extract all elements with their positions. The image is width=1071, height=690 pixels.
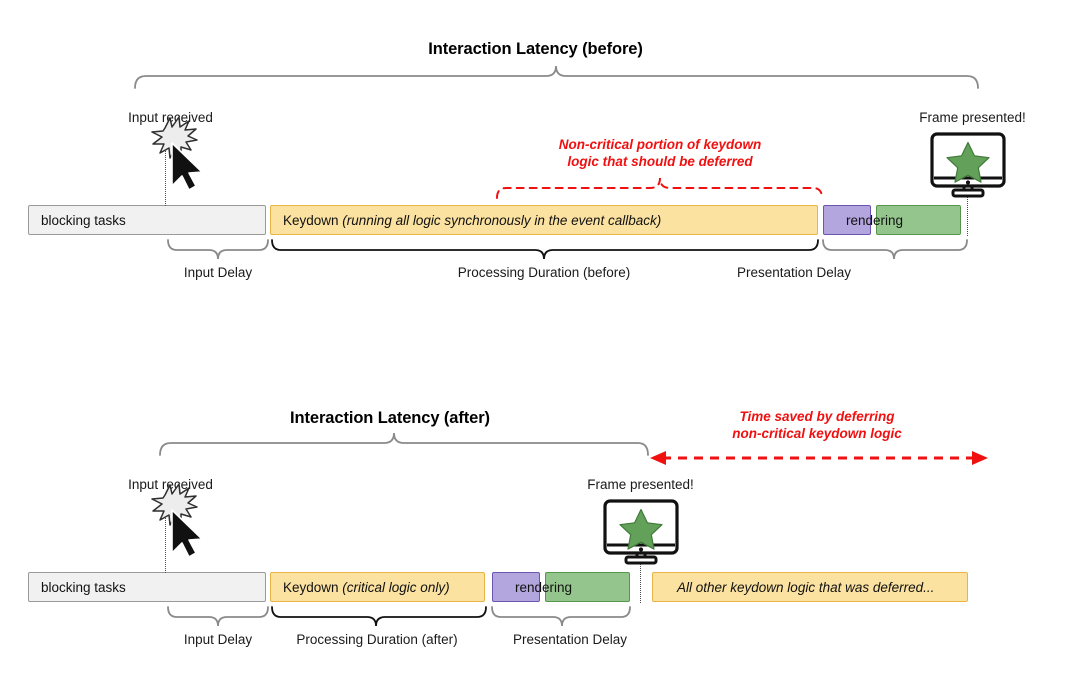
bar-blocking-tasks-after-label: blocking tasks [41,579,126,595]
brace-presentation-delay-after [491,606,631,627]
bar-keydown-after-label: Keydown (critical logic only) [283,579,450,595]
brace-processing-duration-after [271,606,487,627]
annotation-after-line2: non-critical keydown logic [732,426,902,442]
bar-blocking-tasks-after: blocking tasks [28,572,266,602]
time-saved-arrow-after [650,451,988,465]
bar-keydown-before: Keydown (running all logic synchronously… [270,205,818,235]
input-dotted-line-after [165,515,166,573]
monitor-icon-after [603,499,679,565]
diagram-canvas: Interaction Latency (before) Input recei… [0,0,1071,690]
cursor-icon-after [171,509,203,558]
bar-deferred-work-after-label: All other keydown logic that was deferre… [677,579,935,595]
brace-label-processing-duration-before: Processing Duration (before) [457,265,631,280]
input-received-label-before: Input received [128,110,213,125]
brace-interaction-latency-before [134,65,979,89]
brace-interaction-latency-after [159,432,649,456]
brace-input-delay-before [167,239,269,260]
section-title-before: Interaction Latency (before) [428,40,643,58]
rendering-label-after: rendering [515,580,573,595]
brace-label-input-delay-before: Input Delay [183,265,253,280]
annotation-before-line2: logic that should be deferred [567,154,753,170]
frame-dotted-line-before [967,190,968,236]
brace-label-presentation-delay-after: Presentation Delay [512,632,628,647]
annotation-dashed-brace-before [496,177,823,199]
annotation-after-line1: Time saved by deferring [739,409,895,424]
bar-blocking-tasks-before: blocking tasks [28,205,266,235]
annotation-before: Non-critical portion of keydown logic th… [460,136,860,171]
bar-blocking-tasks-before-label: blocking tasks [41,212,126,228]
brace-label-processing-duration-after: Processing Duration (after) [296,632,458,647]
frame-presented-label-before: Frame presented! [919,110,1026,125]
bar-keydown-before-label: Keydown (running all logic synchronously… [283,212,662,228]
brace-presentation-delay-before [822,239,968,260]
brace-processing-duration-before [271,239,819,260]
input-dotted-line-before [165,148,166,206]
bar-deferred-work-after: All other keydown logic that was deferre… [652,572,968,602]
input-received-label-after: Input received [128,477,213,492]
annotation-before-line1: Non-critical portion of keydown [558,137,762,152]
cursor-icon-before [171,142,203,191]
section-title-after: Interaction Latency (after) [290,409,490,427]
frame-presented-label-after: Frame presented! [587,477,694,492]
annotation-after: Time saved by deferring non-critical key… [617,408,1017,443]
monitor-icon-before [930,132,1006,198]
brace-label-presentation-delay-before: Presentation Delay [736,265,852,280]
rendering-label-before: rendering [846,213,904,228]
bar-keydown-after: Keydown (critical logic only) [270,572,485,602]
frame-dotted-line-after [640,557,641,603]
brace-input-delay-after [167,606,269,627]
